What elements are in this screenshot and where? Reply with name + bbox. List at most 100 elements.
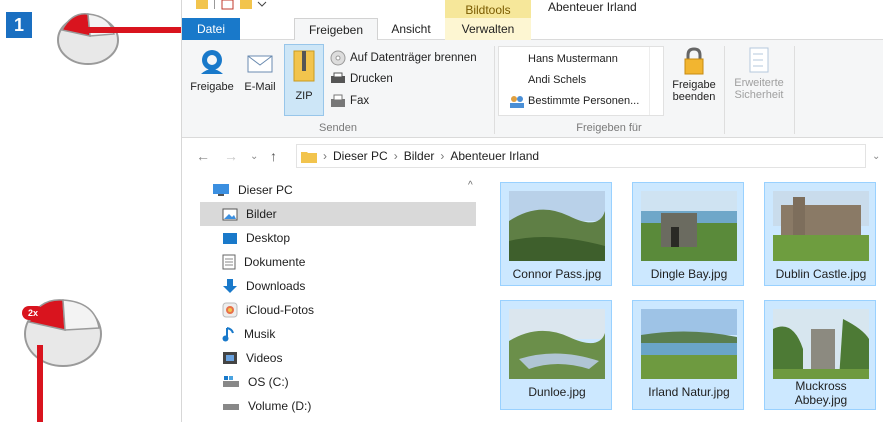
nav-item-label: Videos — [246, 351, 283, 365]
breadcrumb-separator-icon: › — [440, 149, 445, 163]
fax-button[interactable]: Fax — [330, 94, 369, 108]
nav-item-drive-c[interactable]: OS (C:) — [200, 370, 476, 394]
music-icon — [222, 327, 234, 342]
quick-access-toolbar[interactable] — [196, 0, 276, 15]
nav-item-label: Bilder — [246, 207, 277, 221]
step-number-badge: 1 — [6, 12, 32, 38]
nav-item-drive-d[interactable]: Volume (D:) — [200, 394, 476, 418]
share-with-people-list[interactable]: Hans Mustermann Andi Schels Bestimmte Pe… — [498, 46, 664, 116]
print-label: Drucken — [350, 73, 393, 85]
nav-item-icloud-photos[interactable]: iCloud-Fotos — [200, 298, 476, 322]
folder-icon — [301, 151, 317, 163]
nav-item-label: OS (C:) — [248, 375, 289, 389]
nav-item-music[interactable]: Musik — [200, 322, 476, 346]
file-thumbnail[interactable]: Dunloe.jpg — [500, 300, 612, 410]
file-thumbnail[interactable]: Irland Natur.jpg — [632, 300, 744, 410]
nav-item-label: Volume (D:) — [248, 399, 312, 413]
image-preview-connor-pass — [509, 191, 605, 261]
file-thumbnail[interactable]: Dublin Castle.jpg — [764, 182, 876, 286]
checklist-icon — [749, 47, 769, 73]
print-button[interactable]: Drucken — [330, 72, 393, 86]
tab-start[interactable] — [240, 18, 292, 40]
disc-icon — [330, 50, 346, 66]
nav-item-downloads[interactable]: Downloads — [200, 274, 476, 298]
zip-button-label: ZIP — [295, 90, 313, 102]
nav-item-videos[interactable]: Videos — [200, 346, 476, 370]
nav-item-label: Musik — [244, 327, 276, 341]
ribbon-separator — [494, 46, 495, 134]
people-list-scroll[interactable] — [649, 47, 663, 115]
quick-access-icons[interactable] — [196, 0, 276, 12]
people-item[interactable]: Andi Schels — [528, 74, 586, 86]
file-name-line-2: Abbey.jpg — [794, 393, 848, 407]
tab-datei[interactable]: Datei — [182, 18, 240, 40]
email-button-label: E-Mail — [244, 81, 276, 93]
stop-sharing-button[interactable]: Freigabe beenden — [668, 46, 720, 103]
advanced-label-2: Sicherheit — [734, 89, 784, 101]
nav-item-label: Dieser PC — [238, 183, 293, 197]
window-title: Abenteuer Irland — [548, 0, 637, 14]
file-view: Connor Pass.jpg Dingle Bay.jpg Dublin Ca… — [478, 174, 883, 422]
nav-item-this-pc[interactable]: Dieser PC — [200, 178, 476, 202]
download-icon — [223, 279, 237, 293]
breadcrumb-item[interactable]: Dieser PC — [333, 149, 388, 163]
breadcrumb-separator-icon: › — [323, 149, 327, 163]
contextual-tab-group-label: Bildtools — [445, 0, 531, 18]
fax-icon — [331, 94, 345, 107]
file-name: Dingle Bay.jpg — [650, 267, 728, 281]
email-icon — [247, 55, 273, 73]
zip-folder-icon — [293, 50, 315, 82]
zip-button[interactable]: ZIP — [284, 44, 324, 116]
tab-freigeben[interactable]: Freigeben — [294, 18, 378, 41]
back-arrow-icon[interactable]: ← — [196, 148, 210, 164]
pictures-icon — [222, 208, 238, 220]
people-icon — [510, 96, 524, 108]
tab-verwalten[interactable]: Verwalten — [445, 18, 531, 40]
file-thumbnail[interactable]: Dingle Bay.jpg — [632, 182, 744, 286]
up-arrow-icon[interactable]: ↑ — [270, 148, 277, 164]
red-arrow-down-line — [37, 345, 43, 422]
image-preview-irland-natur — [641, 309, 737, 379]
burn-disc-label: Auf Datenträger brennen — [350, 52, 477, 64]
people-item[interactable]: Hans Mustermann — [528, 53, 618, 65]
nav-scroll-up-icon[interactable]: ^ — [468, 180, 473, 191]
advanced-label-1: Erweiterte — [734, 77, 784, 89]
recent-locations-chevron-icon[interactable]: ⌄ — [250, 151, 258, 162]
breadcrumb-item[interactable]: Abenteuer Irland — [450, 149, 539, 163]
share-button[interactable]: Freigabe — [186, 48, 238, 93]
video-icon — [223, 352, 237, 364]
people-item-specific[interactable]: Bestimmte Personen... — [528, 95, 639, 107]
group-label-senden: Senden — [319, 122, 357, 134]
breadcrumb-separator-icon: › — [393, 149, 398, 163]
address-dropdown-icon[interactable]: ⌄ — [872, 151, 880, 162]
navigation-pane: Dieser PC ^ Bilder Desktop Dokumente Dow… — [182, 174, 478, 422]
nav-item-label: iCloud-Fotos — [246, 303, 315, 317]
nav-item-label: Dokumente — [244, 255, 306, 269]
drive-d-icon — [223, 404, 239, 410]
tab-ansicht[interactable]: Ansicht — [380, 18, 442, 40]
file-thumbnail[interactable]: Connor Pass.jpg — [500, 182, 612, 286]
breadcrumb-item[interactable]: Bilder — [404, 149, 435, 163]
ribbon-separator — [724, 46, 725, 134]
stop-sharing-label-2: beenden — [672, 91, 716, 103]
lock-icon — [684, 47, 704, 75]
email-button[interactable]: E-Mail — [238, 48, 282, 93]
advanced-security-button[interactable]: Erweiterte Sicherheit — [730, 46, 788, 101]
file-thumbnail[interactable]: Muckross Abbey.jpg — [764, 300, 876, 410]
burn-disc-button[interactable]: Auf Datenträger brennen — [330, 50, 477, 66]
ribbon-separator — [794, 46, 795, 134]
documents-icon — [222, 254, 236, 270]
fax-label: Fax — [350, 95, 370, 107]
image-preview-dublin-castle — [773, 191, 869, 261]
forward-arrow-icon[interactable]: → — [224, 148, 238, 164]
ribbon: Freigabe E-Mail ZIP Auf Datenträger bren… — [182, 40, 883, 138]
nav-item-documents[interactable]: Dokumente — [200, 250, 476, 274]
nav-item-desktop[interactable]: Desktop — [200, 226, 476, 250]
file-name: Dunloe.jpg — [528, 385, 586, 399]
nav-item-bilder[interactable]: Bilder — [200, 202, 476, 226]
image-preview-dunloe — [509, 309, 605, 379]
drive-c-icon — [223, 376, 239, 387]
breadcrumb[interactable]: › Dieser PC › Bilder › Abenteuer Irland — [296, 144, 866, 168]
stop-sharing-label-1: Freigabe — [672, 79, 716, 91]
file-name: Muckross — [795, 379, 847, 393]
